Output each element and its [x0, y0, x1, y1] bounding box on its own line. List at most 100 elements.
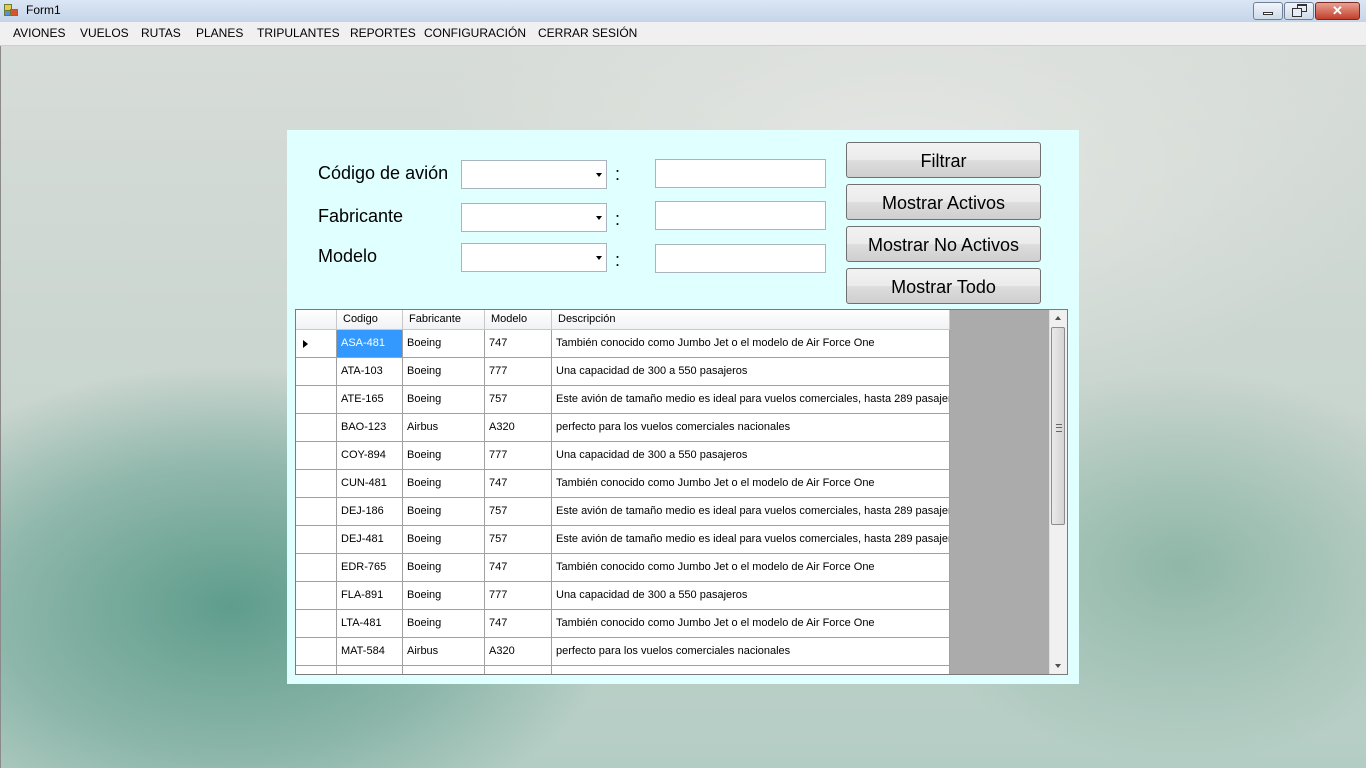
cell-descripcion[interactable]: perfecto para los vuelos comerciales nac…: [552, 414, 950, 442]
cell-modelo[interactable]: 777: [485, 442, 552, 470]
cell-descripcion[interactable]: Este avión de tamaño medio es ideal para…: [552, 386, 950, 414]
cell-descripcion[interactable]: También conocido como Jumbo Jet o el mod…: [552, 610, 950, 638]
cell-codigo[interactable]: COY-894: [337, 442, 403, 470]
cell-fabricante[interactable]: Boeing: [403, 582, 485, 610]
cell-fabricante[interactable]: Boeing: [403, 330, 485, 358]
column-header-descripcion[interactable]: Descripción: [552, 310, 950, 330]
row-header[interactable]: [296, 470, 337, 498]
cell-descripcion[interactable]: [552, 666, 950, 674]
row-header[interactable]: [296, 442, 337, 470]
fabricante-combo[interactable]: [461, 203, 607, 232]
cell-modelo[interactable]: 757: [485, 386, 552, 414]
cell-modelo[interactable]: 747: [485, 470, 552, 498]
column-header-modelo[interactable]: Modelo: [485, 310, 552, 330]
cell-codigo[interactable]: FLA-891: [337, 582, 403, 610]
codigo-combo[interactable]: [461, 160, 607, 189]
mostrar-todo-button[interactable]: Mostrar Todo: [846, 268, 1041, 304]
row-header[interactable]: [296, 386, 337, 414]
fabricante-input[interactable]: [655, 201, 826, 230]
cell-fabricante[interactable]: [403, 666, 485, 674]
cell-modelo[interactable]: [485, 666, 552, 674]
menu-cerrar-sesion[interactable]: CERRAR SESIÓN: [538, 26, 637, 40]
cell-descripcion[interactable]: Este avión de tamaño medio es ideal para…: [552, 498, 950, 526]
row-header[interactable]: [296, 554, 337, 582]
menu-planes[interactable]: PLANES: [196, 26, 243, 40]
table-row[interactable]: MAT-584 Airbus A320 perfecto para los vuelo…: [296, 638, 950, 666]
row-header[interactable]: [296, 582, 337, 610]
cell-codigo[interactable]: ATA-103: [337, 358, 403, 386]
cell-modelo[interactable]: 757: [485, 526, 552, 554]
close-button[interactable]: ✕: [1315, 2, 1360, 20]
cell-codigo[interactable]: EDR-765: [337, 554, 403, 582]
table-row[interactable]: ATE-165 Boeing 757 Este avión de tamaño med…: [296, 386, 950, 414]
mostrar-no-activos-button[interactable]: Mostrar No Activos: [846, 226, 1041, 262]
cell-modelo[interactable]: A320: [485, 414, 552, 442]
table-row[interactable]: CUN-481 Boeing 747 También conocido como Ju…: [296, 470, 950, 498]
cell-modelo[interactable]: 747: [485, 610, 552, 638]
cell-descripcion[interactable]: También conocido como Jumbo Jet o el mod…: [552, 470, 950, 498]
menu-vuelos[interactable]: VUELOS: [80, 26, 129, 40]
restore-button[interactable]: [1284, 2, 1314, 20]
row-header[interactable]: [296, 610, 337, 638]
row-header[interactable]: [296, 666, 337, 674]
cell-descripcion[interactable]: perfecto para los vuelos comerciales nac…: [552, 638, 950, 666]
mostrar-activos-button[interactable]: Mostrar Activos: [846, 184, 1041, 220]
menu-tripulantes[interactable]: TRIPULANTES: [257, 26, 340, 40]
cell-fabricante[interactable]: Boeing: [403, 386, 485, 414]
row-header[interactable]: [296, 330, 337, 358]
cell-modelo[interactable]: 747: [485, 554, 552, 582]
cell-codigo[interactable]: [337, 666, 403, 674]
cell-modelo[interactable]: A320: [485, 638, 552, 666]
menu-configuracion[interactable]: CONFIGURACIÓN: [424, 26, 526, 40]
table-row[interactable]: COY-894 Boeing 777 Una capacidad de 300 a 5…: [296, 442, 950, 470]
table-row[interactable]: ATA-103 Boeing 777 Una capacidad de 300 a 5…: [296, 358, 950, 386]
table-row[interactable]: EDR-765 Boeing 747 También conocido como Ju…: [296, 554, 950, 582]
cell-fabricante[interactable]: Boeing: [403, 610, 485, 638]
row-header[interactable]: [296, 498, 337, 526]
row-header[interactable]: [296, 526, 337, 554]
cell-fabricante[interactable]: Boeing: [403, 498, 485, 526]
cell-fabricante[interactable]: Boeing: [403, 470, 485, 498]
cell-codigo[interactable]: CUN-481: [337, 470, 403, 498]
cell-modelo[interactable]: 777: [485, 582, 552, 610]
cell-fabricante[interactable]: Airbus: [403, 414, 485, 442]
minimize-button[interactable]: [1253, 2, 1283, 20]
cell-modelo[interactable]: 757: [485, 498, 552, 526]
codigo-input[interactable]: [655, 159, 826, 188]
scroll-down-icon[interactable]: [1050, 658, 1067, 674]
cell-descripcion[interactable]: Una capacidad de 300 a 550 pasajeros: [552, 442, 950, 470]
grid-vertical-scrollbar[interactable]: [1049, 310, 1067, 674]
cell-codigo[interactable]: MAT-584: [337, 638, 403, 666]
cell-descripcion[interactable]: Una capacidad de 300 a 550 pasajeros: [552, 582, 950, 610]
cell-fabricante[interactable]: Boeing: [403, 442, 485, 470]
aviones-grid[interactable]: Codigo Fabricante Modelo Descripción ASA…: [295, 309, 1068, 675]
table-row[interactable]: ASA-481 Boeing 747 También conocido como Ju…: [296, 330, 950, 358]
table-row[interactable]: FLA-891 Boeing 777 Una capacidad de 300 a 5…: [296, 582, 950, 610]
row-header[interactable]: [296, 638, 337, 666]
column-header-fabricante[interactable]: Fabricante: [403, 310, 485, 330]
cell-descripcion[interactable]: Este avión de tamaño medio es ideal para…: [552, 526, 950, 554]
cell-descripcion[interactable]: También conocido como Jumbo Jet o el mod…: [552, 330, 950, 358]
scroll-up-icon[interactable]: [1050, 310, 1067, 326]
scroll-thumb[interactable]: [1051, 327, 1065, 525]
row-header[interactable]: [296, 358, 337, 386]
table-row[interactable]: [296, 666, 950, 674]
cell-codigo[interactable]: DEJ-186: [337, 498, 403, 526]
cell-descripcion[interactable]: Una capacidad de 300 a 550 pasajeros: [552, 358, 950, 386]
cell-descripcion[interactable]: También conocido como Jumbo Jet o el mod…: [552, 554, 950, 582]
modelo-input[interactable]: [655, 244, 826, 273]
cell-codigo[interactable]: ATE-165: [337, 386, 403, 414]
cell-codigo[interactable]: DEJ-481: [337, 526, 403, 554]
cell-fabricante[interactable]: Airbus: [403, 638, 485, 666]
menu-rutas[interactable]: RUTAS: [141, 26, 181, 40]
cell-fabricante[interactable]: Boeing: [403, 358, 485, 386]
cell-fabricante[interactable]: Boeing: [403, 526, 485, 554]
filtrar-button[interactable]: Filtrar: [846, 142, 1041, 178]
table-row[interactable]: LTA-481 Boeing 747 También conocido como Ju…: [296, 610, 950, 638]
cell-codigo[interactable]: LTA-481: [337, 610, 403, 638]
cell-modelo[interactable]: 777: [485, 358, 552, 386]
modelo-combo[interactable]: [461, 243, 607, 272]
row-header[interactable]: [296, 414, 337, 442]
table-row[interactable]: DEJ-481 Boeing 757 Este avión de tamaño med…: [296, 526, 950, 554]
table-row[interactable]: DEJ-186 Boeing 757 Este avión de tamaño med…: [296, 498, 950, 526]
